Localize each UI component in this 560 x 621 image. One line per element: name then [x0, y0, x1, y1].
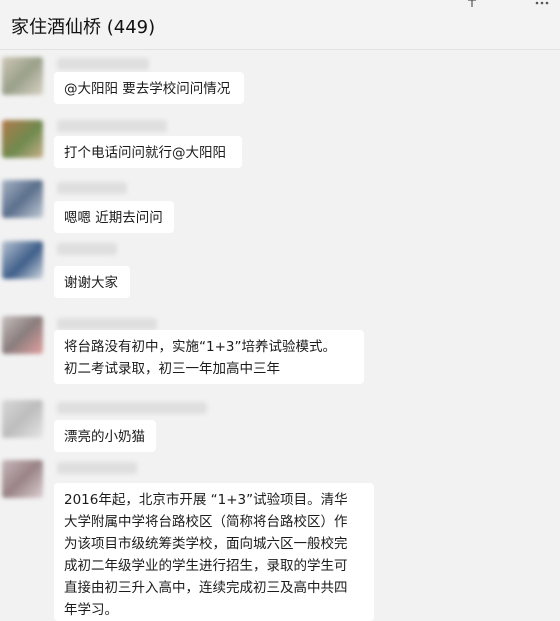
message-bubble[interactable]: 2016年起，北京市开展 “1+3”试验项目。清华 大学附属中学将台路校区（简称…	[54, 483, 374, 621]
message-line: 成初二年级学业的学生进行招生，录取的学生可	[64, 558, 348, 574]
more-options-icon[interactable]	[534, 0, 550, 8]
avatar[interactable]	[2, 316, 43, 354]
message-text: @大阳阳 要去学校问问情况	[64, 81, 231, 97]
message-text: 谢谢大家	[64, 275, 118, 291]
sender-name	[57, 402, 207, 414]
message-line: 为该项目市级统筹类学校，面向城六区一般校完	[64, 536, 348, 552]
message-line: 年学习。	[64, 602, 118, 618]
sender-name	[57, 182, 127, 194]
message-text: 打个电话问问就行@大阳阳	[64, 145, 226, 161]
avatar[interactable]	[2, 460, 43, 498]
chat-title: 家住酒仙桥 (449)	[11, 17, 156, 38]
sender-name	[57, 243, 117, 255]
message-bubble[interactable]: 漂亮的小奶猫	[54, 420, 156, 452]
message-bubble[interactable]: @大阳阳 要去学校问问情况	[54, 72, 244, 104]
message-text: 漂亮的小奶猫	[64, 429, 145, 445]
chat-header: 家住酒仙桥 (449)	[0, 0, 560, 50]
avatar[interactable]	[2, 400, 43, 438]
message-line: 2016年起，北京市开展 “1+3”试验项目。清华	[64, 492, 348, 508]
message-line: 大学附属中学将台路校区（简称将台路校区）作	[64, 514, 348, 530]
message-text: 嗯嗯 近期去问问	[64, 210, 163, 226]
message-line: 初二考试录取，初三一年加高中三年	[64, 361, 280, 377]
sender-name	[57, 58, 149, 70]
avatar[interactable]	[2, 57, 43, 95]
message-bubble[interactable]: 谢谢大家	[54, 266, 130, 298]
sender-name	[57, 318, 157, 330]
avatar[interactable]	[2, 120, 43, 158]
message-list[interactable]: @大阳阳 要去学校问问情况 打个电话问问就行@大阳阳 嗯嗯 近期去问问 谢谢大家…	[0, 50, 560, 621]
message-bubble[interactable]: 嗯嗯 近期去问问	[54, 201, 174, 233]
sender-name	[57, 462, 137, 474]
avatar[interactable]	[2, 180, 43, 218]
pin-icon[interactable]	[465, 0, 479, 8]
sender-name	[57, 120, 167, 132]
avatar[interactable]	[2, 241, 43, 279]
message-bubble[interactable]: 将台路没有初中，实施“1+3”培养试验模式。 初二考试录取，初三一年加高中三年	[54, 330, 364, 384]
message-line: 将台路没有初中，实施“1+3”培养试验模式。	[64, 339, 336, 355]
message-line: 直接由初三升入高中，连续完成初三及高中共四	[64, 580, 348, 596]
message-bubble[interactable]: 打个电话问问就行@大阳阳	[54, 136, 242, 168]
